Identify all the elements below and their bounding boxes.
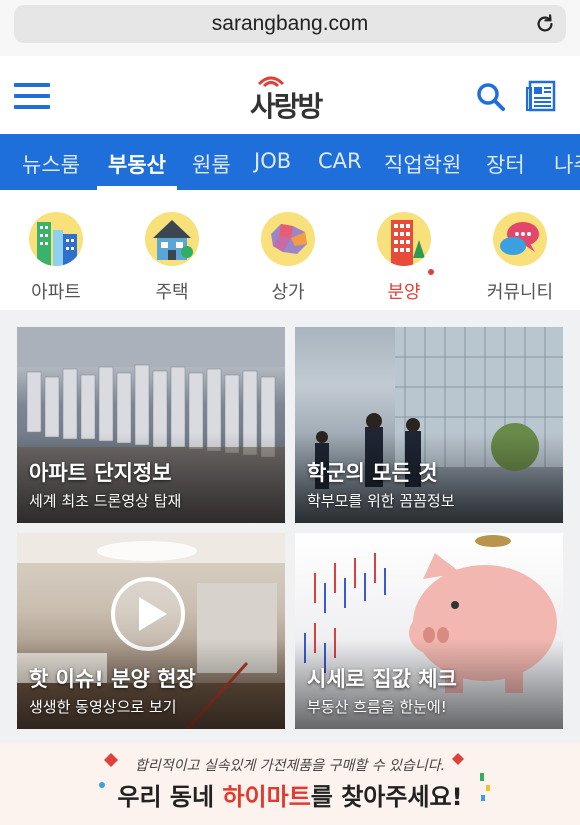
card-subtitle: 부동산 흐름을 한눈에! [307,698,447,716]
main-nav: 뉴스룸 부동산 원룸 JOB CAR 직업학원 장터 나주 [0,134,580,190]
card-subtitle: 생생한 동영상으로 보기 [29,698,177,716]
category-row: 아파트 주택 상가 분양 커뮤니티 [0,190,580,310]
category-label: 커뮤니티 [486,282,554,303]
card-title: 핫 이슈! 분양 현장 [29,667,196,691]
nav-item-market[interactable]: 장터 [486,149,525,179]
banner-brand: 하이마트 [222,783,311,811]
nav-item-car[interactable]: CAR [318,149,362,173]
category-apartment[interactable]: 아파트 [6,212,106,304]
banner-headline-suffix: 를 찾아주세요! [310,783,463,811]
url-text[interactable]: sarangbang.com [14,12,566,36]
ad-banner[interactable]: 합리적이고 실속있게 가전제품을 구매할 수 있습니다. 우리 동네 하이마트를… [0,743,580,825]
card-school-district[interactable]: 학군의 모든 것 학부모를 위한 꼼꼼정보 [295,327,563,523]
card-title: 아파트 단지정보 [29,461,172,485]
nav-item-job[interactable]: JOB [254,149,291,173]
card-title: 시세로 집값 체크 [307,667,457,691]
category-house[interactable]: 주택 [122,212,222,304]
category-label: 아파트 [31,282,81,303]
category-commercial[interactable]: 상가 [238,212,338,304]
card-title: 학군의 모든 것 [307,461,438,485]
building-icon [377,212,431,266]
nav-item-newsroom[interactable]: 뉴스룸 [22,149,80,179]
logo-text: 사랑방 [250,90,323,123]
nav-item-oneroom[interactable]: 원룸 [192,149,231,179]
site-header: 사랑방 [0,56,580,134]
search-icon[interactable] [476,82,506,112]
apartment-icon [29,212,83,266]
banner-headline-prefix: 우리 동네 [117,783,223,811]
card-price-check[interactable]: 시세로 집값 체크 부동산 흐름을 한눈에! [295,533,563,729]
nav-item-real-estate[interactable]: 부동산 [108,149,166,179]
category-label: 분양 [387,282,421,303]
nav-item-academy[interactable]: 직업학원 [384,149,461,179]
category-presale[interactable]: 분양 [354,212,454,304]
banner-headline: 우리 동네 하이마트를 찾아주세요! [0,777,580,812]
nav-item-naju[interactable]: 나주 [554,149,580,179]
banner-subtitle: 합리적이고 실속있게 가전제품을 구매할 수 있습니다. [134,758,446,774]
address-bar[interactable]: sarangbang.com [14,5,566,43]
card-apartment-info[interactable]: 아파트 단지정보 세계 최초 드론영상 탑재 [17,327,285,523]
new-indicator-dot [428,269,434,275]
card-subtitle: 학부모를 위한 꼼꼼정보 [307,492,455,510]
category-label: 상가 [271,282,305,303]
category-label: 주택 [155,282,189,303]
card-hot-issue[interactable]: 핫 이슈! 분양 현장 생생한 동영상으로 보기 [17,533,285,729]
map-icon [261,212,315,266]
reload-icon[interactable] [534,13,556,35]
chat-icon [493,212,547,266]
house-icon [145,212,199,266]
browser-chrome: sarangbang.com [0,0,580,56]
hamburger-menu-icon[interactable] [14,83,50,109]
card-subtitle: 세계 최초 드론영상 탑재 [29,492,182,510]
newspaper-icon[interactable] [526,80,556,112]
site-logo[interactable]: 사랑방 [246,72,336,123]
category-community[interactable]: 커뮤니티 [470,212,570,304]
